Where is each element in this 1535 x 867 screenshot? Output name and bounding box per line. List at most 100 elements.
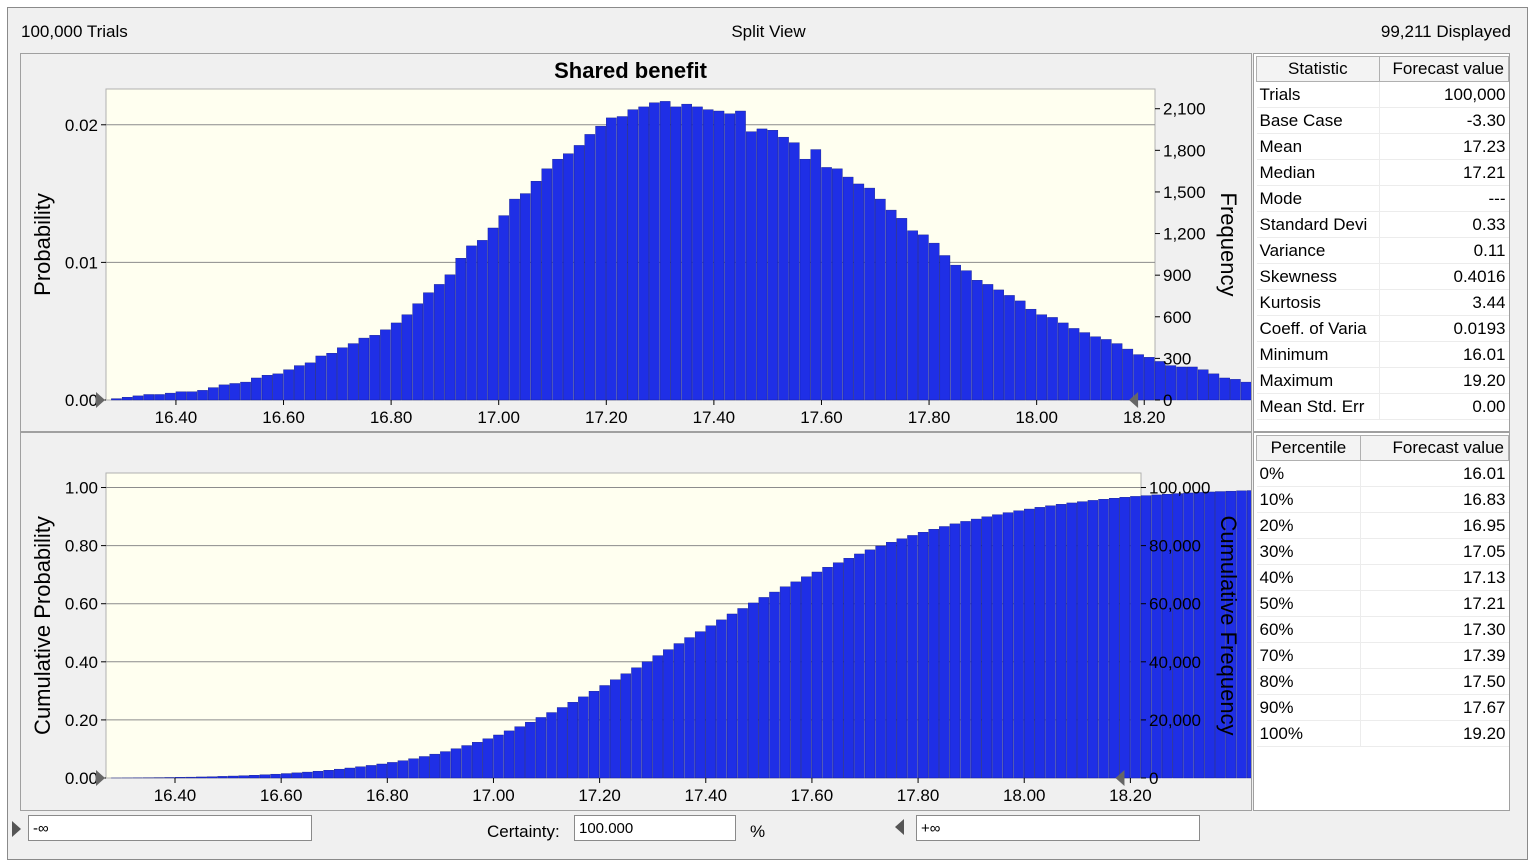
statistic-row-label: Skewness [1256, 263, 1380, 290]
percentile-row-value: 17.30 [1359, 616, 1509, 643]
x-tick-label: 17.40 [693, 408, 736, 427]
statistic-row-value: 100,000 [1378, 81, 1509, 108]
bar [659, 101, 671, 401]
bar [854, 553, 865, 779]
percentile-row[interactable]: 60% 17.30 [1256, 616, 1509, 643]
bar [1108, 498, 1120, 779]
statistic-row[interactable]: Median 17.21 [1256, 159, 1509, 186]
right-bound-input[interactable] [916, 815, 1200, 841]
bar [1014, 300, 1026, 401]
percentile-panel: Percentile Forecast value 0% 16.01 10% 16.8… [1253, 432, 1510, 811]
percentile-row-value: 16.01 [1359, 460, 1509, 487]
bar [249, 775, 260, 779]
forecast-value-header[interactable]: Forecast value [1378, 56, 1510, 82]
bar [503, 730, 515, 779]
bar [724, 113, 736, 401]
bar [1025, 308, 1037, 401]
percentile-row[interactable]: 90% 17.67 [1256, 694, 1509, 721]
bar [472, 742, 483, 779]
statistic-row-label: Mean [1256, 133, 1380, 160]
statistic-row[interactable]: Variance 0.11 [1256, 237, 1509, 264]
certainty-input[interactable] [574, 815, 736, 841]
left-grabber-icon[interactable] [96, 392, 105, 408]
bar [546, 712, 557, 779]
bar [186, 391, 198, 401]
bar [616, 116, 628, 401]
x-tick-label: 18.00 [1003, 786, 1046, 805]
bar [950, 264, 961, 401]
bar [971, 280, 983, 401]
percentile-row[interactable]: 70% 17.39 [1256, 642, 1509, 669]
percentile-row[interactable]: 50% 17.21 [1256, 590, 1509, 617]
statistic-row-value: 0.00 [1378, 393, 1509, 420]
percentile-row[interactable]: 0% 16.01 [1256, 460, 1509, 487]
bar [670, 106, 682, 401]
bar [132, 395, 144, 401]
percentile-row[interactable]: 100% 19.20 [1256, 720, 1509, 747]
view-mode-label[interactable]: Split View [8, 22, 1529, 42]
x-tick-label: 17.80 [908, 408, 951, 427]
statistic-row[interactable]: Mode --- [1256, 185, 1509, 212]
left-bound-input[interactable] [28, 815, 312, 841]
statistic-row[interactable]: Base Case -3.30 [1256, 107, 1509, 134]
statistic-row[interactable]: Trials 100,000 [1256, 81, 1509, 108]
bar [681, 103, 692, 401]
statistic-row[interactable]: Skewness 0.4016 [1256, 263, 1509, 290]
bar [323, 770, 334, 779]
y-left-tick-label: 0.02 [65, 116, 98, 135]
bar [982, 284, 994, 401]
bar [1119, 497, 1130, 779]
left-grabber-icon[interactable] [96, 770, 105, 786]
bar [520, 193, 531, 401]
bar [197, 390, 208, 401]
bar [756, 128, 768, 401]
bar [790, 581, 801, 779]
bar [440, 751, 451, 779]
bar [1219, 377, 1230, 401]
left-grabber-icon[interactable] [12, 821, 21, 837]
percentile-row[interactable]: 20% 16.95 [1256, 512, 1509, 539]
statistic-row[interactable]: Standard Devi 0.33 [1256, 211, 1509, 238]
bar [885, 209, 897, 401]
bar [992, 514, 1003, 779]
bar [726, 613, 738, 779]
y-right-tick-label: 1,800 [1163, 141, 1206, 160]
bar [401, 314, 413, 401]
bar [280, 773, 292, 779]
percentile-header[interactable]: Percentile [1256, 435, 1361, 461]
bar [154, 394, 165, 401]
percentile-row[interactable]: 40% 17.13 [1256, 564, 1509, 591]
statistic-row-value: 19.20 [1378, 367, 1509, 394]
bar [482, 738, 494, 779]
statistic-row[interactable]: Maximum 19.20 [1256, 367, 1509, 394]
bar [355, 766, 366, 779]
bar [174, 777, 186, 779]
bar [294, 365, 305, 401]
percentile-table: Percentile Forecast value 0% 16.01 10% 16.8… [1256, 435, 1510, 747]
bar [864, 549, 876, 779]
bar [535, 717, 547, 779]
statistic-row[interactable]: Minimum 16.01 [1256, 341, 1509, 368]
bar [960, 521, 971, 779]
bar [745, 131, 757, 401]
percentile-forecast-value-header[interactable]: Forecast value [1359, 435, 1510, 461]
statistic-row[interactable]: Mean Std. Err 0.00 [1256, 393, 1509, 420]
right-grabber-icon[interactable] [895, 819, 904, 835]
percentile-row-label: 50% [1256, 590, 1361, 617]
forecast-window: 100,000 Trials Split View 99,211 Display… [7, 7, 1528, 860]
statistic-header[interactable]: Statistic [1256, 56, 1380, 82]
percentile-row[interactable]: 30% 17.05 [1256, 538, 1509, 565]
chart-title: Shared benefit [554, 58, 707, 83]
bar [778, 136, 789, 401]
percentile-row[interactable]: 10% 16.83 [1256, 486, 1509, 513]
bar [1133, 354, 1144, 401]
bar [822, 567, 833, 779]
y-axis-label-right: Cumulative Frequency [1216, 515, 1241, 735]
statistics-panel: Statistic Forecast value Trials 100,000 Ba… [1253, 53, 1510, 432]
percentile-row[interactable]: 80% 17.50 [1256, 668, 1509, 695]
bar [1077, 501, 1088, 779]
statistic-row[interactable]: Mean 17.23 [1256, 133, 1509, 160]
statistic-row[interactable]: Kurtosis 3.44 [1256, 289, 1509, 316]
x-tick-label: 18.00 [1015, 408, 1058, 427]
statistic-row[interactable]: Coeff. of Varia 0.0193 [1256, 315, 1509, 342]
